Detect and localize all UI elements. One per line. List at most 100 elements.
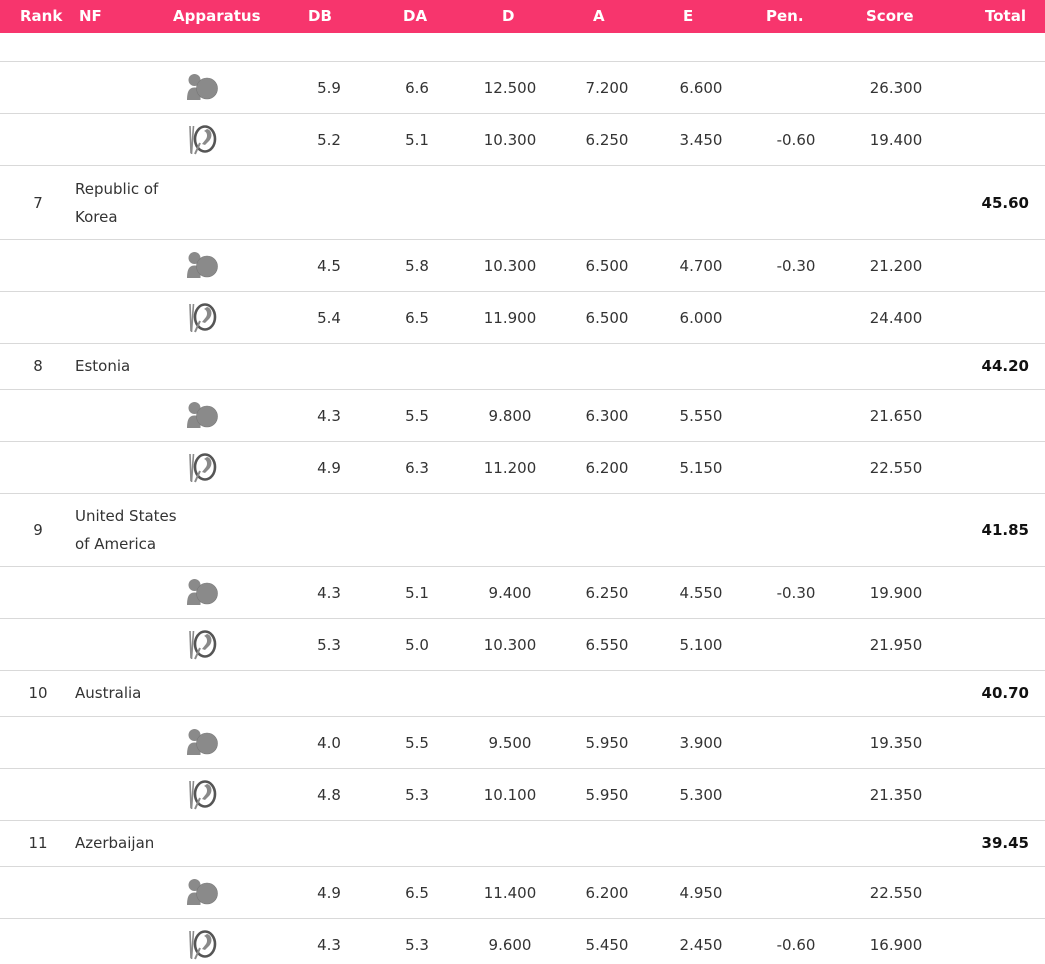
routine-e: 4.550 [679, 583, 723, 602]
routine-d: 11.900 [483, 308, 537, 327]
team-row[interactable]: 10 Australia 40.70 [0, 670, 1045, 717]
header-score[interactable]: Score [866, 0, 914, 33]
routine-score: 21.200 [869, 256, 923, 275]
routine-d: 10.100 [483, 785, 537, 804]
team-nf-label[interactable]: Estonia [75, 352, 185, 380]
header-rank[interactable]: Rank [20, 0, 62, 33]
routine-row: 5.3 5.0 10.300 6.550 5.100 21.950 [0, 619, 1045, 671]
header-e[interactable]: E [683, 0, 693, 33]
routine-e: 5.550 [679, 406, 723, 425]
team-total: 45.60 [981, 193, 1029, 212]
routine-da: 6.5 [405, 883, 429, 902]
team-nf-label[interactable]: United States of America [75, 502, 185, 558]
team-row[interactable]: 9 United States of America 41.85 [0, 493, 1045, 567]
header-nf[interactable]: NF [79, 0, 102, 33]
team-nf-label[interactable]: Azerbaijan [75, 829, 185, 857]
routine-db: 4.9 [317, 883, 341, 902]
header-pen[interactable]: Pen. [766, 0, 804, 33]
team-total: 41.85 [981, 520, 1029, 539]
ball-icon [187, 250, 219, 282]
team-row[interactable]: 7 Republic of Korea 45.60 [0, 166, 1045, 240]
routine-row: 5.9 6.6 12.500 7.200 6.600 26.300 [0, 62, 1045, 114]
routine-db: 4.3 [317, 935, 341, 954]
routine-score: 21.950 [869, 635, 923, 654]
routine-da: 5.3 [405, 785, 429, 804]
team-row[interactable]: 11 Azerbaijan 39.45 [0, 820, 1045, 867]
clubs-icon [187, 629, 219, 661]
routine-da: 5.5 [405, 733, 429, 752]
routine-score: 21.350 [869, 785, 923, 804]
routine-e: 6.000 [679, 308, 723, 327]
routine-a: 6.250 [585, 130, 629, 149]
routine-a: 7.200 [585, 78, 629, 97]
routine-db: 4.8 [317, 785, 341, 804]
routine-d: 9.400 [488, 583, 532, 602]
routine-row: 4.9 6.5 11.400 6.200 4.950 22.550 [0, 867, 1045, 919]
routine-db: 4.5 [317, 256, 341, 275]
header-db[interactable]: DB [308, 0, 332, 33]
routine-db: 5.9 [317, 78, 341, 97]
routine-a: 6.500 [585, 256, 629, 275]
team-nf-label[interactable]: Australia [75, 679, 185, 707]
routine-e: 4.700 [679, 256, 723, 275]
routine-e: 3.450 [679, 130, 723, 149]
routine-score: 22.550 [869, 883, 923, 902]
routine-score: 26.300 [869, 78, 923, 97]
routine-da: 5.3 [405, 935, 429, 954]
team-nf-name: Azerbaijan [75, 820, 185, 866]
team-nf-name: Australia [75, 670, 185, 716]
routine-db: 4.0 [317, 733, 341, 752]
header-a[interactable]: A [593, 0, 605, 33]
routine-e: 4.950 [679, 883, 723, 902]
team-rank: 7 [33, 193, 43, 212]
results-table: Rank NF Apparatus DB DA D A E Pen. Score… [0, 0, 1045, 964]
routine-d: 11.200 [483, 458, 537, 477]
routine-pen: -0.60 [776, 935, 816, 954]
routine-score: 21.650 [869, 406, 923, 425]
routine-da: 5.0 [405, 635, 429, 654]
ball-icon [187, 877, 219, 909]
routine-score: 22.550 [869, 458, 923, 477]
routine-db: 4.3 [317, 406, 341, 425]
routine-score: 16.900 [869, 935, 923, 954]
routine-d: 9.500 [488, 733, 532, 752]
routine-a: 5.950 [585, 785, 629, 804]
routine-pen: -0.30 [776, 583, 816, 602]
routine-d: 11.400 [483, 883, 537, 902]
team-nf-name: Estonia [75, 343, 185, 389]
routine-a: 6.250 [585, 583, 629, 602]
routine-row: 4.3 5.3 9.600 5.450 2.450 -0.60 16.900 [0, 919, 1045, 964]
header-apparatus[interactable]: Apparatus [173, 0, 261, 33]
routine-da: 5.1 [405, 130, 429, 149]
routine-db: 5.4 [317, 308, 341, 327]
routine-row: 4.3 5.1 9.400 6.250 4.550 -0.30 19.900 [0, 567, 1045, 619]
team-total: 40.70 [981, 684, 1029, 702]
routine-d: 10.300 [483, 256, 537, 275]
routine-pen: -0.30 [776, 256, 816, 275]
routine-e: 5.100 [679, 635, 723, 654]
clubs-icon [187, 779, 219, 811]
routine-e: 6.600 [679, 78, 723, 97]
clubs-icon [187, 302, 219, 334]
header-da[interactable]: DA [403, 0, 427, 33]
routine-da: 6.5 [405, 308, 429, 327]
routine-d: 9.800 [488, 406, 532, 425]
team-nf-label[interactable]: Republic of Korea [75, 175, 185, 231]
header-d[interactable]: D [502, 0, 514, 33]
table-body: 6Japan45.70 5.96.612.5007.2006.60026.300… [0, 0, 1045, 964]
routine-row: 4.9 6.3 11.200 6.200 5.150 22.550 [0, 442, 1045, 494]
routine-a: 6.200 [585, 883, 629, 902]
ball-icon [187, 577, 219, 609]
routine-d: 10.300 [483, 130, 537, 149]
team-row[interactable]: 8 Estonia 44.20 [0, 343, 1045, 390]
routine-row: 4.5 5.8 10.300 6.500 4.700 -0.30 21.200 [0, 240, 1045, 292]
header-total[interactable]: Total [985, 0, 1026, 33]
routine-row: 4.8 5.3 10.100 5.950 5.300 21.350 [0, 769, 1045, 821]
routine-d: 9.600 [488, 935, 532, 954]
routine-a: 6.200 [585, 458, 629, 477]
routine-a: 5.950 [585, 733, 629, 752]
routine-row: 5.4 6.5 11.900 6.500 6.000 24.400 [0, 292, 1045, 344]
routine-da: 5.5 [405, 406, 429, 425]
routine-da: 5.1 [405, 583, 429, 602]
team-rank: 11 [28, 834, 48, 852]
